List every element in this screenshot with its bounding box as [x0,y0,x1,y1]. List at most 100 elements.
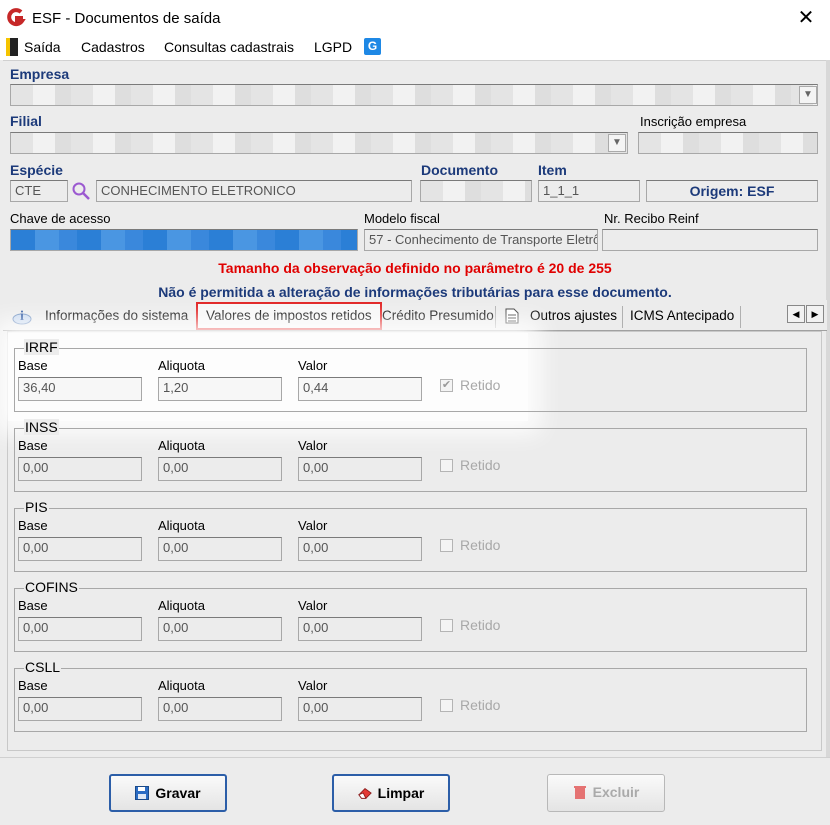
tab-credito-presumido[interactable]: Crédito Presumido [382,305,494,327]
recibo-label: Nr. Recibo Reinf [604,211,699,226]
exit-door-icon [6,38,18,56]
inscricao-label: Inscrição empresa [640,114,747,129]
csll-retido-checkbox[interactable] [440,699,453,712]
tab-icms-antecipado[interactable]: ICMS Antecipado [630,305,734,327]
csll-valor-field[interactable]: 0,00 [298,697,422,721]
valor-label: Valor [298,438,328,453]
tab-informacoes-sistema[interactable]: Informações do sistema [45,305,188,327]
window-title: ESF - Documentos de saída [32,10,221,27]
base-label: Base [18,438,48,453]
limpar-label: Limpar [377,785,425,801]
item-field[interactable]: 1_1_1 [538,180,640,202]
save-icon [135,786,150,800]
base-label: Base [18,598,48,613]
aliquota-label: Aliquota [158,518,205,533]
aliquota-label: Aliquota [158,678,205,693]
irrf-retido-checkbox[interactable]: ✔ [440,379,453,392]
g-logo-icon[interactable]: G [364,38,381,55]
recibo-reinf-field[interactable] [602,229,818,251]
especie-code-field[interactable]: CTE [10,180,68,202]
inscricao-field[interactable] [638,132,818,154]
irrf-base-field[interactable]: 36,40 [18,377,142,401]
chave-acesso-field[interactable] [10,229,358,251]
tax-group-title: CSLL [24,659,62,675]
tax-group-title: PIS [24,499,49,515]
csll-aliquota-field[interactable]: 0,00 [158,697,282,721]
document-icon [505,308,519,324]
valor-label: Valor [298,358,328,373]
especie-desc-field[interactable]: CONHECIMENTO ELETRONICO [96,180,412,202]
base-label: Base [18,358,48,373]
especie-label: Espécie [10,162,63,178]
inss-valor-field[interactable]: 0,00 [298,457,422,481]
inss-retido-checkbox[interactable] [440,459,453,472]
filial-chevron-down-icon[interactable]: ▼ [608,134,626,152]
cofins-valor-field[interactable]: 0,00 [298,617,422,641]
retido-label: Retido [460,377,501,393]
irrf-aliquota-field[interactable]: 1,20 [158,377,282,401]
menu-lgpd[interactable]: LGPD [314,39,352,55]
tab-scroll-left-icon[interactable]: ◀ [787,305,805,323]
tax-group-title: INSS [24,419,59,435]
chave-label: Chave de acesso [10,211,111,226]
tax-edit-warning: Não é permitida a alteração de informaçõ… [158,284,672,300]
info-icon: i [12,309,32,325]
aliquota-label: Aliquota [158,598,205,613]
empresa-select[interactable] [10,84,818,106]
tax-group-title: IRRF [24,339,59,355]
tab-separator [622,306,623,328]
menu-cadastros[interactable]: Cadastros [81,39,145,55]
retido-label: Retido [460,457,501,473]
close-icon[interactable]: ✕ [792,4,820,32]
modelo-label: Modelo fiscal [364,211,440,226]
menu-saida[interactable]: Saída [24,39,61,55]
retido-label: Retido [460,697,501,713]
cofins-retido-checkbox[interactable] [440,619,453,632]
tab-separator [740,306,741,328]
app-logo-icon [7,8,26,27]
base-label: Base [18,518,48,533]
valor-label: Valor [298,598,328,613]
inss-aliquota-field[interactable]: 0,00 [158,457,282,481]
csll-base-field[interactable]: 0,00 [18,697,142,721]
modelo-fiscal-field[interactable]: 57 - Conhecimento de Transporte Eletrôni… [364,229,598,251]
irrf-valor-field[interactable]: 0,44 [298,377,422,401]
menu-consultas-cadastrais[interactable]: Consultas cadastrais [164,39,294,55]
gravar-label: Gravar [155,785,201,801]
pis-valor-field[interactable]: 0,00 [298,537,422,561]
tab-valores-impostos-retidos[interactable]: Valores de impostos retidos [206,305,372,327]
excluir-button[interactable]: Excluir [547,774,665,812]
empresa-chevron-down-icon[interactable]: ▼ [799,86,817,104]
aliquota-label: Aliquota [158,358,205,373]
gravar-button[interactable]: Gravar [109,774,227,812]
trash-icon [573,786,586,799]
observation-size-warning: Tamanho da observação definido no parâme… [218,260,612,276]
aliquota-label: Aliquota [158,438,205,453]
valor-label: Valor [298,678,328,693]
base-label: Base [18,678,48,693]
retido-label: Retido [460,617,501,633]
cofins-aliquota-field[interactable]: 0,00 [158,617,282,641]
pis-base-field[interactable]: 0,00 [18,537,142,561]
cofins-base-field[interactable]: 0,00 [18,617,142,641]
tab-separator [495,306,496,328]
documento-field[interactable] [420,180,532,202]
pis-aliquota-field[interactable]: 0,00 [158,537,282,561]
window-edge [826,60,830,760]
origem-badge: Origem: ESF [646,180,818,202]
filial-select[interactable] [10,132,628,154]
retido-label: Retido [460,537,501,553]
empresa-label: Empresa [10,66,70,82]
search-icon[interactable] [71,181,91,201]
valor-label: Valor [298,518,328,533]
pis-retido-checkbox[interactable] [440,539,453,552]
tab-outros-ajustes[interactable]: Outros ajustes [530,305,617,327]
tab-scroll-right-icon[interactable]: ▶ [806,305,824,323]
item-label: Item [538,162,567,178]
inss-base-field[interactable]: 0,00 [18,457,142,481]
eraser-icon [357,788,372,799]
excluir-label: Excluir [592,784,640,800]
limpar-button[interactable]: Limpar [332,774,450,812]
tax-group-title: COFINS [24,579,79,595]
documento-label: Documento [421,162,498,178]
